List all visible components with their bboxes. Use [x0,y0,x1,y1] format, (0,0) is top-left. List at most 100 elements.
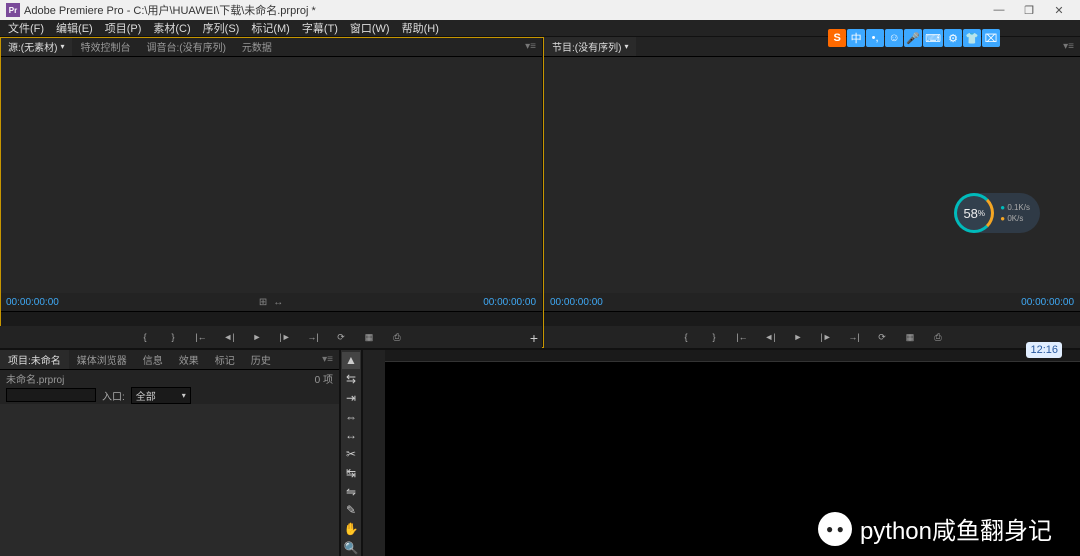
selection-tool[interactable]: ▲ [342,352,360,369]
play-button[interactable]: ► [248,329,266,345]
tab-history[interactable]: 历史 [243,350,279,369]
ime-skin-icon[interactable]: 👕 [963,29,981,47]
tab-markers[interactable]: 标记 [207,350,243,369]
tab-audio-mixer[interactable]: 调音台:(没有序列) [138,37,233,56]
pen-tool[interactable]: ✎ [342,502,360,519]
dropdown-icon: ▾ [60,42,64,51]
step-back-button[interactable]: ◄| [220,329,238,345]
project-filter-row: 入口: 全部 ▾ [0,386,339,404]
panel-menu-icon[interactable]: ▾≡ [519,41,542,52]
menu-clip[interactable]: 素材(C) [147,20,196,36]
program-monitor-viewport[interactable] [544,57,1080,293]
project-panel: 项目:未命名 媒体浏览器 信息 效果 标记 历史 ▾≡ 未命名.prproj 0… [0,350,341,556]
play-button[interactable]: ► [789,329,807,345]
menu-edit[interactable]: 编辑(E) [50,20,99,36]
menu-marker[interactable]: 标记(M) [245,20,296,36]
menu-window[interactable]: 窗口(W) [344,20,396,36]
settings-icon[interactable]: ↔ [273,297,283,308]
dropdown-icon: ▾ [624,42,628,51]
go-to-out-button[interactable]: →| [845,329,863,345]
mark-in-button[interactable]: { [136,329,154,345]
ime-mode-chinese[interactable]: 中 [847,29,865,47]
tab-source[interactable]: 源:(无素材)▾ [0,37,72,56]
ime-punct-icon[interactable]: •, [866,29,884,47]
menu-title[interactable]: 字幕(T) [296,20,344,36]
ime-keyboard-icon[interactable]: ⌨ [923,29,943,47]
ripple-edit-tool[interactable]: ⇥ [342,389,360,406]
loop-button[interactable]: ⟳ [332,329,350,345]
panel-menu-icon[interactable]: ▾≡ [316,354,339,365]
step-forward-button[interactable]: |► [817,329,835,345]
timeline-ruler[interactable] [385,350,1080,362]
program-tc-in[interactable]: 00:00:00:00 [550,297,603,308]
slip-tool[interactable]: ↹ [342,464,360,481]
project-tabstrip: 项目:未命名 媒体浏览器 信息 效果 标记 历史 ▾≡ [0,350,339,370]
ime-emoji-icon[interactable]: ☺ [885,29,903,47]
tools-panel: ▲ ⇆ ⇥ ⇔ ↔ ✂ ↹ ⇋ ✎ ✋ 🔍 [341,350,363,556]
rate-stretch-tool[interactable]: ↔ [342,427,360,444]
add-button-icon[interactable]: + [530,330,538,346]
go-to-in-button[interactable]: |← [733,329,751,345]
in-point-label: 入口: [102,388,125,403]
wechat-icon: ● ● [818,512,852,546]
mark-out-button[interactable]: } [705,329,723,345]
track-select-tool[interactable]: ⇆ [342,371,360,388]
razor-tool[interactable]: ✂ [342,446,360,463]
fit-icon[interactable]: ⊞ [259,297,267,308]
source-tc-out[interactable]: 00:00:00:00 [483,297,536,308]
source-monitor-viewport[interactable] [0,57,542,293]
sogou-logo-icon[interactable]: S [828,29,846,47]
in-point-select[interactable]: 全部 ▾ [131,387,191,404]
window-title: Adobe Premiere Pro - C:\用户\HUAWEI\下载\未命名… [24,2,984,18]
step-forward-button[interactable]: |► [276,329,294,345]
upper-monitors: 源:(无素材)▾ 特效控制台 调音台:(没有序列) 元数据 ▾≡ 00:00:0… [0,37,1080,348]
menu-help[interactable]: 帮助(H) [396,20,445,36]
network-speed-widget[interactable]: 58% 0.1K/s 0K/s [954,193,1040,233]
menu-sequence[interactable]: 序列(S) [197,20,246,36]
window-close-button[interactable]: ✕ [1044,0,1074,20]
tab-media-browser[interactable]: 媒体浏览器 [69,350,135,369]
tab-program-label: 节目:(没有序列) [552,39,621,54]
export-frame-button[interactable]: ⎙ [929,329,947,345]
project-bin-area[interactable] [0,404,339,556]
ime-settings-icon[interactable]: ⚙ [944,29,962,47]
source-tc-in[interactable]: 00:00:00:00 [6,297,59,308]
lift-button[interactable]: ⟳ [873,329,891,345]
extract-button[interactable]: ▦ [901,329,919,345]
menu-project[interactable]: 项目(P) [99,20,148,36]
program-scrub-bar[interactable] [544,311,1080,326]
window-minimize-button[interactable]: — [984,0,1014,20]
export-frame-button[interactable]: ⎙ [388,329,406,345]
ime-mic-icon[interactable]: 🎤 [904,29,922,47]
zoom-tool[interactable]: 🔍 [342,539,360,556]
mark-in-button[interactable]: { [677,329,695,345]
program-tc-out[interactable]: 00:00:00:00 [1021,297,1074,308]
tab-effects[interactable]: 效果 [171,350,207,369]
rolling-edit-tool[interactable]: ⇔ [342,408,360,425]
go-to-in-button[interactable]: |← [192,329,210,345]
tab-program[interactable]: 节目:(没有序列)▾ [544,37,636,56]
window-maximize-button[interactable]: ❐ [1014,0,1044,20]
hand-tool[interactable]: ✋ [342,521,360,538]
source-panel: 源:(无素材)▾ 特效控制台 调音台:(没有序列) 元数据 ▾≡ 00:00:0… [0,37,544,348]
project-filename: 未命名.prproj [6,371,64,386]
program-timecode-row: 00:00:00:00 00:00:00:00 [544,293,1080,311]
panel-menu-icon[interactable]: ▾≡ [1057,41,1080,52]
mark-out-button[interactable]: } [164,329,182,345]
go-to-out-button[interactable]: →| [304,329,322,345]
tab-info[interactable]: 信息 [135,350,171,369]
safe-margins-button[interactable]: ▦ [360,329,378,345]
timeline-track-header[interactable] [363,350,385,556]
ime-toolbar[interactable]: S 中 •, ☺ 🎤 ⌨ ⚙ 👕 ⌧ [828,29,1000,47]
source-scrub-bar[interactable] [0,311,542,326]
slide-tool[interactable]: ⇋ [342,483,360,500]
tab-metadata[interactable]: 元数据 [234,37,280,56]
tab-project[interactable]: 项目:未命名 [0,350,69,369]
tab-effect-controls[interactable]: 特效控制台 [72,37,138,56]
in-point-value: 全部 [136,388,156,403]
ime-softpad-icon[interactable]: ⌧ [982,29,1000,47]
step-back-button[interactable]: ◄| [761,329,779,345]
project-search-input[interactable] [6,388,96,402]
menu-file[interactable]: 文件(F) [2,20,50,36]
chevron-down-icon: ▾ [182,391,186,400]
